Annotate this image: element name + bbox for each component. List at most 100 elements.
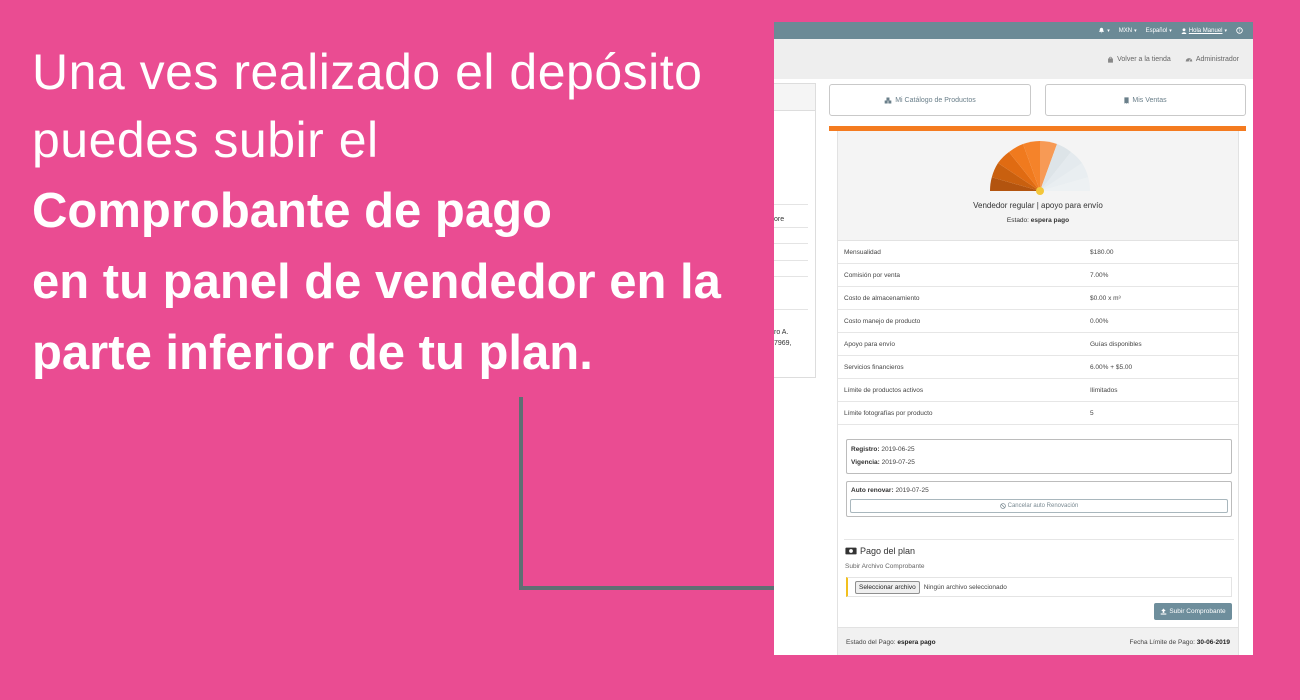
payment-deadline-label: Fecha Límite de Pago: — [1129, 639, 1195, 646]
upload-receipt-label: Subir Comprobante — [1169, 608, 1226, 615]
payment-status-label: Estado del Pago: — [846, 639, 896, 646]
plan-feature-label: Servicios financieros — [844, 364, 904, 371]
left-panel-row — [774, 309, 808, 310]
headline-line-3: Comprobante de pago — [32, 184, 552, 238]
caret-down-icon: ▾ — [1224, 27, 1227, 34]
headline: Una ves realizado el depósito puedes sub… — [32, 38, 752, 389]
choose-file-button[interactable]: Seleccionar archivo — [855, 580, 920, 594]
registration-label: Registro: — [851, 446, 880, 453]
user-menu[interactable]: Hola Manuel ▾ — [1181, 28, 1227, 34]
registration-date: Registro: 2019-06-25 — [851, 446, 915, 453]
language-menu[interactable]: Español ▾ — [1146, 28, 1172, 34]
seller-panel-screenshot: ▾ MXN ▾ Español ▾ Hola Manuel ▾ ? Volver… — [774, 22, 1253, 655]
dashboard-icon — [1185, 57, 1193, 62]
plan-feature-value: 7.00% — [1090, 272, 1109, 279]
help-button[interactable]: ? — [1236, 27, 1243, 34]
left-cropped-panel: ore ro A. 7969, — [774, 83, 816, 378]
left-panel-row — [774, 204, 808, 205]
auto-renew-label: Auto renovar: — [851, 487, 894, 494]
currency-menu[interactable]: MXN ▾ — [1119, 28, 1137, 34]
currency-label: MXN — [1118, 27, 1133, 34]
plan-feature-label: Costo manejo de producto — [844, 318, 921, 325]
catalog-button[interactable]: Mi Catálogo de Productos — [829, 84, 1031, 116]
svg-text:?: ? — [1238, 28, 1240, 33]
plan-feature-value: $0.00 x m³ — [1090, 295, 1121, 302]
admin-label: Administrador — [1195, 55, 1239, 63]
upload-icon — [1161, 608, 1167, 615]
plan-feature-value: Guías disponibles — [1090, 341, 1142, 348]
admin-link[interactable]: Administrador — [1185, 56, 1239, 63]
headline-line-1: Una ves realizado el depósito — [32, 44, 703, 100]
payment-section-title: Pago del plan — [845, 546, 915, 556]
plan-feature-label: Mensualidad — [844, 249, 881, 256]
payment-status-value: espera pago — [897, 639, 936, 646]
plan-feature-row: Mensualidad $180.00 — [838, 241, 1238, 264]
user-name: Hola Manuel — [1188, 27, 1223, 34]
plan-footer: Estado del Pago: espera pago Fecha Límit… — [838, 627, 1238, 655]
caret-down-icon: ▾ — [1169, 27, 1172, 34]
plan-status-value: espera pago — [1030, 217, 1070, 224]
plan-feature-label: Costo de almacenamiento — [844, 295, 920, 302]
money-icon — [845, 547, 857, 555]
plan-feature-row: Comisión por venta 7.00% — [838, 264, 1238, 287]
auto-renew-value: 2019-07-25 — [895, 487, 929, 494]
secondary-navbar: Volver a la tienda Administrador — [774, 39, 1253, 79]
back-to-store-link[interactable]: Volver a la tienda — [1107, 56, 1171, 63]
payment-deadline-value: 30-06-2019 — [1196, 639, 1230, 646]
left-panel-tab — [774, 84, 815, 111]
plan-feature-row: Costo de almacenamiento $0.00 x m³ — [838, 287, 1238, 310]
plan-dates-box: Registro: 2019-06-25 Vigencia: 2019-07-2… — [846, 439, 1232, 474]
plan-feature-value: Ilimitados — [1090, 387, 1118, 394]
plan-feature-row: Límite fotografías por producto 5 — [838, 402, 1238, 425]
payment-status: Estado del Pago: espera pago — [846, 639, 936, 646]
plan-feature-value: 0.00% — [1090, 318, 1109, 325]
caret-down-icon: ▾ — [1134, 27, 1137, 34]
catalog-label: Mi Catálogo de Productos — [895, 96, 976, 104]
notifications-menu[interactable]: ▾ — [1098, 27, 1110, 34]
plan-feature-row: Costo manejo de producto 0.00% — [838, 310, 1238, 333]
left-panel-fragment: ro A. — [774, 329, 789, 336]
sales-button[interactable]: Mis Ventas — [1045, 84, 1246, 116]
plan-feature-label: Límite fotografías por producto — [844, 410, 933, 417]
plan-card: Vendedor regular | apoyo para envío Esta… — [837, 131, 1239, 655]
file-status-text: Ningún archivo seleccionado — [923, 583, 1007, 591]
cancel-auto-renew-button[interactable]: Cancelar auto Renovación — [850, 499, 1228, 513]
payment-deadline: Fecha Límite de Pago: 30-06-2019 — [1130, 639, 1230, 646]
auto-renew-box: Auto renovar: 2019-07-25 Cancelar auto R… — [846, 481, 1232, 517]
payment-upload-subtitle: Subir Archivo Comprobante — [845, 563, 925, 570]
left-panel-row — [774, 243, 808, 244]
plan-feature-row: Servicios financieros 6.00% + $5.00 — [838, 356, 1238, 379]
caret-down-icon: ▾ — [1107, 27, 1110, 34]
help-circle-icon: ? — [1236, 27, 1243, 34]
upload-receipt-button[interactable]: Subir Comprobante — [1154, 603, 1232, 620]
top-navbar: ▾ MXN ▾ Español ▾ Hola Manuel ▾ ? — [774, 22, 1253, 39]
back-to-store-label: Volver a la tienda — [1117, 55, 1171, 63]
plan-status-label: Estado: — [1006, 217, 1029, 224]
left-panel-row — [774, 276, 808, 277]
connector-line-vertical — [519, 397, 523, 590]
user-icon — [1181, 27, 1187, 34]
receipt-icon — [1124, 96, 1129, 104]
validity-label: Vigencia: — [851, 459, 880, 466]
registration-value: 2019-06-25 — [881, 446, 915, 453]
payment-title-label: Pago del plan — [860, 546, 916, 556]
plan-feature-value: 6.00% + $5.00 — [1090, 364, 1133, 371]
plan-status: Estado: espera pago — [838, 217, 1238, 224]
cancel-auto-renew-label: Cancelar auto Renovación — [1007, 503, 1079, 509]
plan-feature-value: $180.00 — [1090, 249, 1114, 256]
headline-line-5: parte inferior de tu plan. — [32, 326, 593, 380]
language-label: Español — [1145, 27, 1168, 34]
headline-line-4: en tu panel de vendedor en la — [32, 255, 721, 309]
plan-feature-label: Apoyo para envío — [844, 341, 895, 348]
plan-feature-value: 5 — [1090, 410, 1094, 417]
cubes-icon — [884, 97, 892, 103]
plan-feature-row: Apoyo para envío Guías disponibles — [838, 333, 1238, 356]
section-divider — [844, 539, 1234, 540]
plan-title: Vendedor regular | apoyo para envío — [973, 201, 1103, 210]
auto-renew-date: Auto renovar: 2019-07-25 — [851, 487, 929, 494]
shopping-bag-icon — [1108, 56, 1114, 63]
left-panel-fragment: 7969, — [774, 340, 792, 347]
plan-level-gauge-icon — [989, 141, 1091, 195]
headline-line-2: puedes subir el — [32, 112, 379, 168]
plan-feature-row: Límite de productos activos Ilimitados — [838, 379, 1238, 402]
